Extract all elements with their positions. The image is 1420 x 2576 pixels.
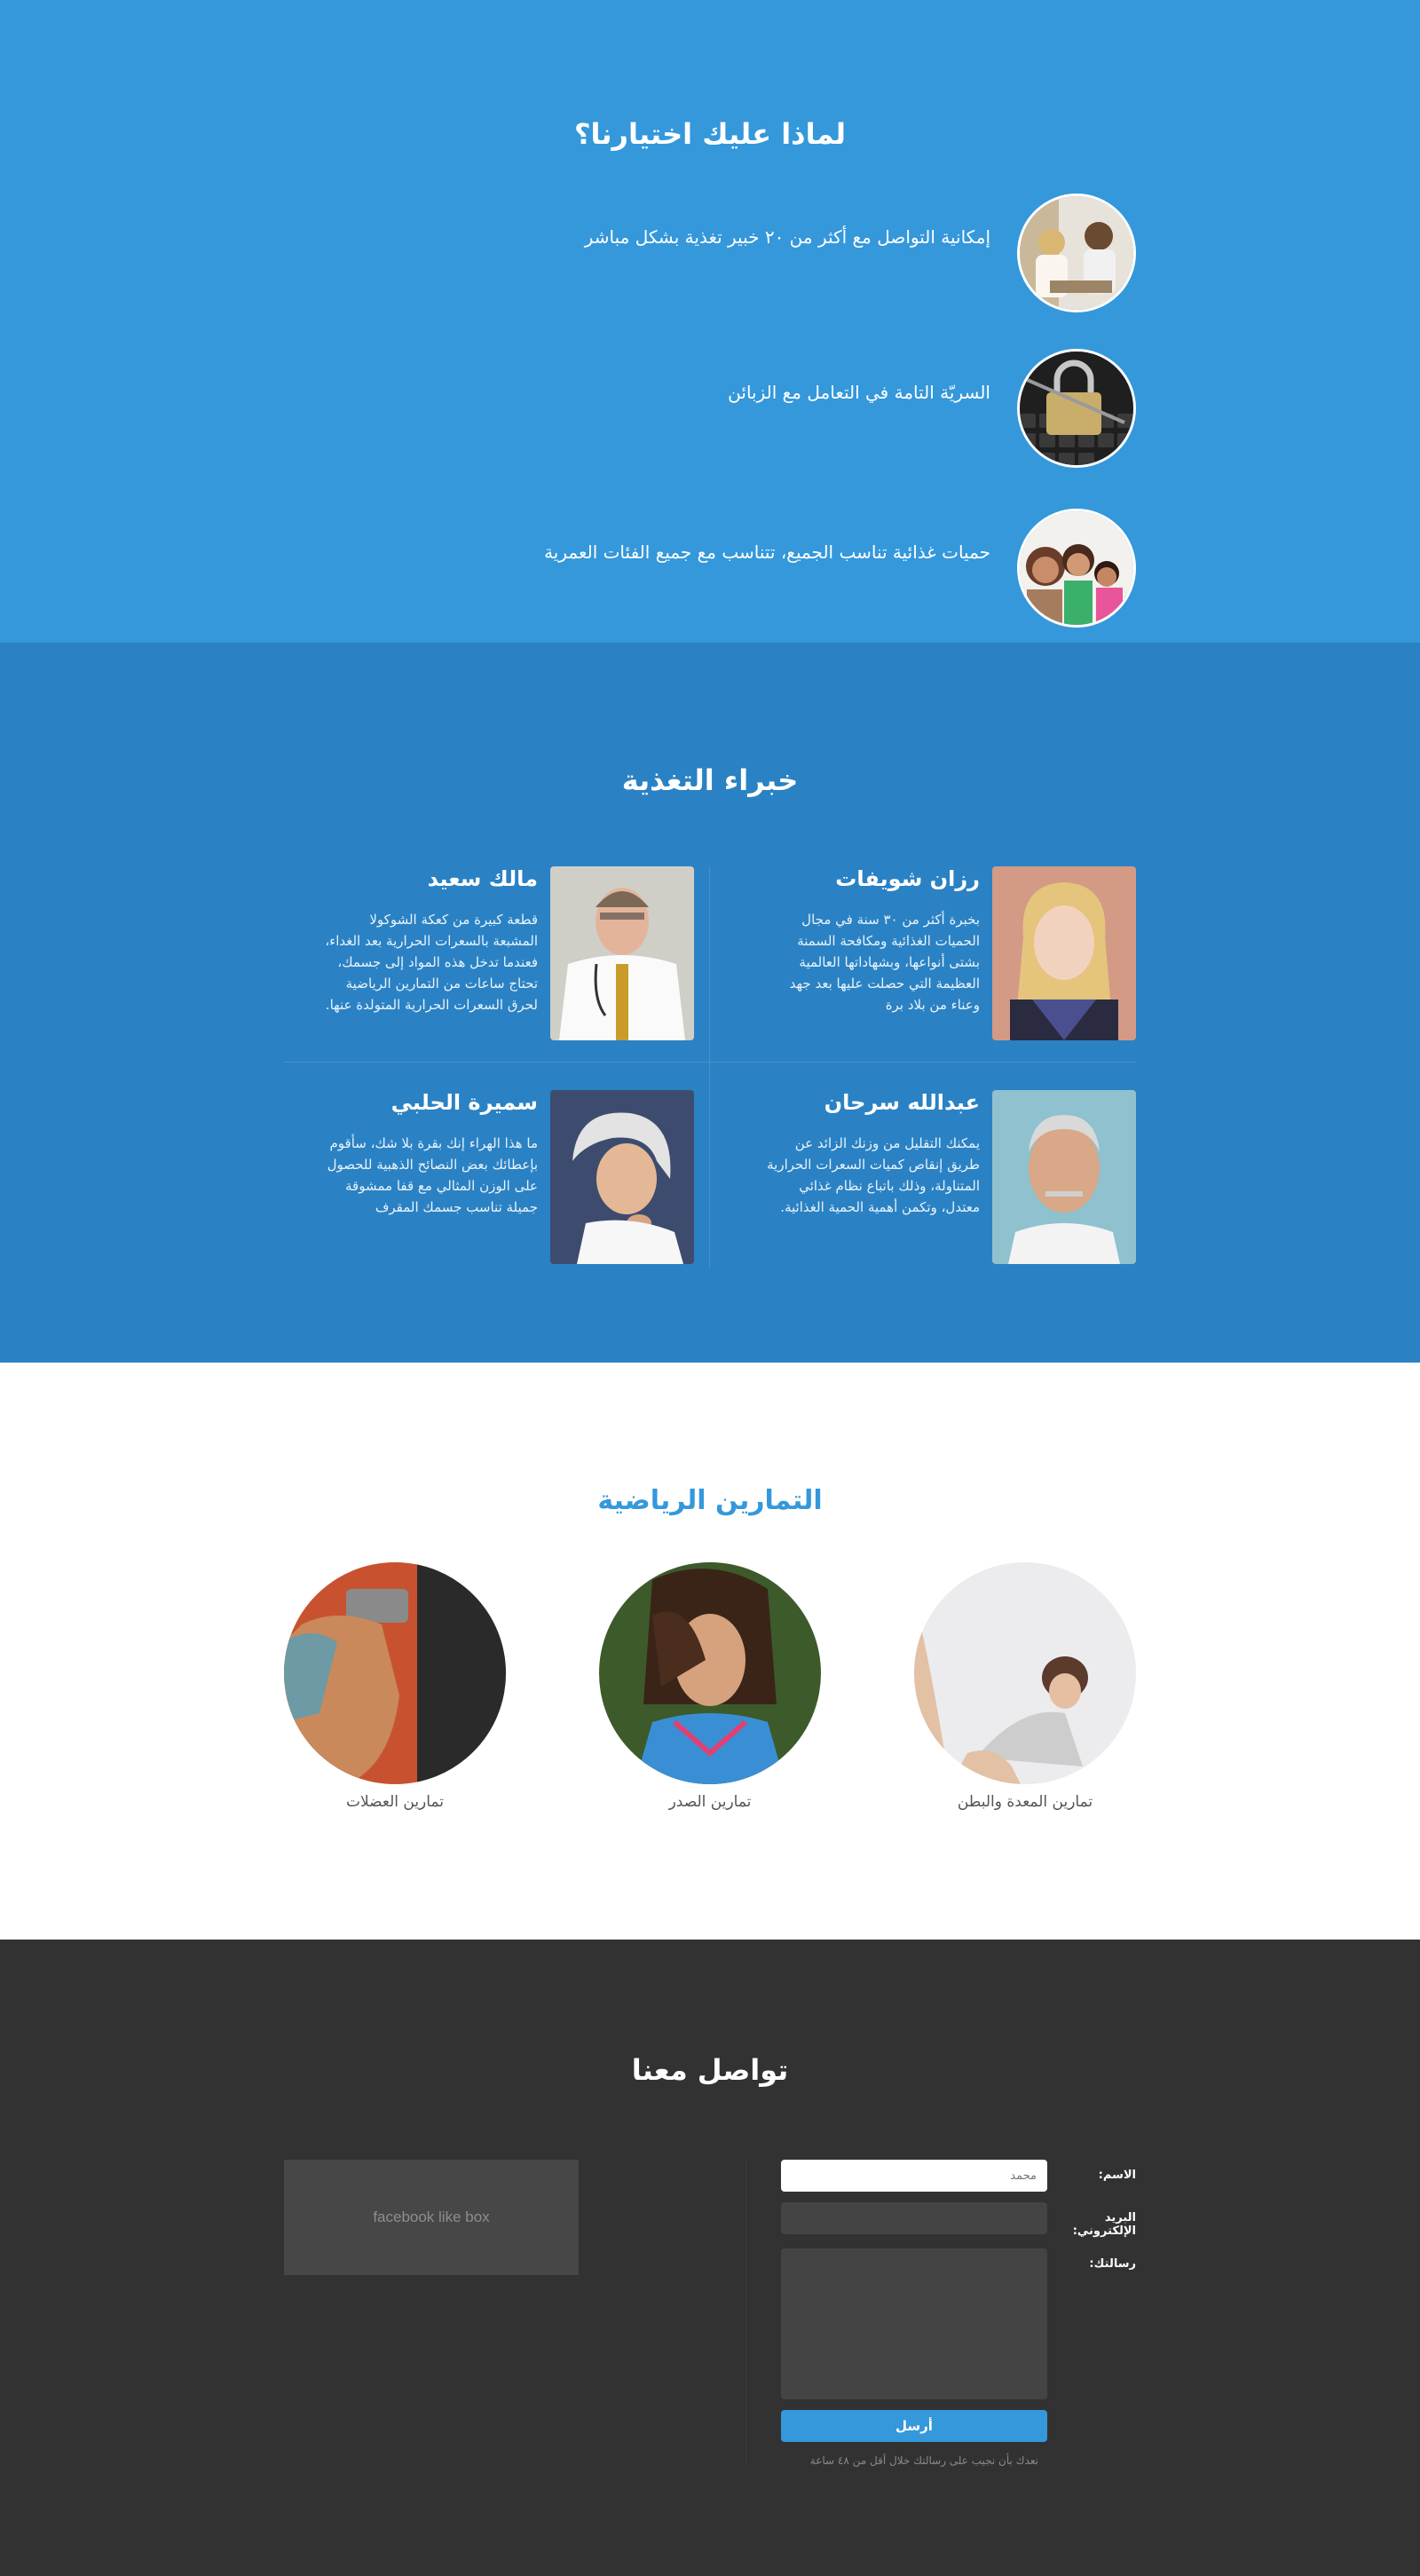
- expert-info: عبدالله سرحان يمكنك التقليل من وزنك الزا…: [767, 1090, 980, 1218]
- expert-photo: [992, 1090, 1136, 1264]
- expert-info: رزان شويفات بخبرة أكثر من ٣٠ سنة في مجال…: [767, 866, 980, 1015]
- expert-name: سميرة الحلبي: [390, 1090, 538, 1115]
- privacy-lock-keyboard-photo: [1017, 349, 1136, 468]
- expert-card: رزان شويفات بخبرة أكثر من ٣٠ سنة في مجال…: [710, 866, 1136, 1090]
- submit-button[interactable]: أرسل: [781, 2410, 1047, 2442]
- expert-card: عبدالله سرحان يمكنك التقليل من وزنك الزا…: [710, 1090, 1136, 1268]
- why-item-text: حميات غذائية تناسب الجميع، تتناسب مع جمي…: [544, 541, 990, 563]
- expert-bio: يمكنك التقليل من وزنك الزائد عن طريق إنق…: [767, 1135, 980, 1215]
- exercise-item[interactable]: تمارين الصدر: [599, 1562, 821, 1811]
- name-row: الاسم:: [746, 2160, 1136, 2192]
- expert-photo: [550, 866, 694, 1040]
- experts-section-title: خبراء التغذية: [621, 763, 799, 797]
- exercise-label: تمارين العضلات: [345, 1793, 445, 1811]
- why-list: إمكانية التواصل مع أكثر من ٢٠ خبير تغذية…: [532, 178, 1136, 648]
- message-row: رسالتك:: [746, 2248, 1136, 2399]
- muscles-exercise-photo[interactable]: [284, 1562, 506, 1784]
- expert-bio: قطعة كبيرة من كعكة الشوكولا المشبعة بالس…: [325, 912, 538, 1013]
- exercise-item[interactable]: تمارين العضلات: [284, 1562, 506, 1811]
- why-section-title: لماذا عليك اختيارنا؟: [573, 117, 847, 151]
- why-item: إمكانية التواصل مع أكثر من ٢٠ خبير تغذية…: [532, 178, 1136, 328]
- why-item-text: السريّة التامة في التعامل مع الزبائن: [728, 382, 990, 403]
- expert-name: مالك سعيد: [427, 866, 538, 891]
- email-row: البريد الإلكتروني:: [746, 2202, 1136, 2238]
- contact-row: الاسم: البريد الإلكتروني: رسالتك: أرسل ن…: [284, 2160, 1136, 2467]
- expert-info: مالك سعيد قطعة كبيرة من كعكة الشوكولا ال…: [325, 866, 538, 1015]
- experts-grid: رزان شويفات بخبرة أكثر من ٣٠ سنة في مجال…: [284, 866, 1136, 1268]
- expert-photo: [550, 1090, 694, 1264]
- why-choose-us-section: لماذا عليك اختيارنا؟ إمكانية التواصل مع …: [0, 0, 1420, 643]
- expert-bio: بخبرة أكثر من ٣٠ سنة في مجال الحميات الغ…: [789, 912, 980, 1013]
- abs-exercise-photo[interactable]: [914, 1562, 1136, 1784]
- message-label: رسالتك:: [1089, 2257, 1136, 2271]
- nutrition-consultation-photo: [1017, 194, 1136, 312]
- exercise-item[interactable]: تمارين المعدة والبطن: [914, 1562, 1136, 1811]
- exercises-row: تمارين المعدة والبطن تمارين الصدر تمارين…: [284, 1562, 1136, 1811]
- expert-name: رزان شويفات: [835, 866, 980, 891]
- response-note: نعدك بأن نجيب على رسالتك خلال أقل من ٤٨ …: [809, 2454, 1038, 2467]
- exercises-section-title: التمارين الرياضية: [597, 1485, 823, 1516]
- exercise-label: تمارين المعدة والبطن: [957, 1793, 1093, 1811]
- expert-photo: [992, 866, 1136, 1040]
- exercises-section: التمارين الرياضية تمارين المعدة والبطن ت…: [0, 1363, 1420, 1940]
- family-photo: [1017, 509, 1136, 628]
- expert-card: مالك سعيد قطعة كبيرة من كعكة الشوكولا ال…: [284, 866, 710, 1090]
- expert-info: سميرة الحلبي ما هذا الهراء إنك بقرة بلا …: [325, 1090, 538, 1218]
- why-item: حميات غذائية تناسب الجميع، تتناسب مع جمي…: [532, 488, 1136, 648]
- expert-card: سميرة الحلبي ما هذا الهراء إنك بقرة بلا …: [284, 1090, 710, 1268]
- contact-section-title: تواصل معنا: [631, 2053, 789, 2087]
- facebook-like-box[interactable]: facebook like box: [284, 2160, 579, 2275]
- chest-exercise-photo[interactable]: [599, 1562, 821, 1784]
- contact-form: الاسم: البريد الإلكتروني: رسالتك: أرسل ن…: [746, 2160, 1136, 2467]
- nutrition-experts-section: خبراء التغذية رزان شويفات بخبرة أكثر من …: [0, 643, 1420, 1363]
- why-item-text: إمكانية التواصل مع أكثر من ٢٠ خبير تغذية…: [584, 226, 990, 248]
- exercise-label: تمارين الصدر: [668, 1793, 752, 1811]
- why-item: السريّة التامة في التعامل مع الزبائن: [532, 328, 1136, 488]
- email-input[interactable]: [781, 2202, 1047, 2234]
- name-input[interactable]: [781, 2160, 1047, 2192]
- email-label: البريد الإلكتروني:: [1072, 2211, 1136, 2238]
- name-label: الاسم:: [1098, 2169, 1136, 2182]
- expert-name: عبدالله سرحان: [824, 1090, 980, 1115]
- contact-section: تواصل معنا الاسم: البريد الإلكتروني: رسا…: [0, 1940, 1420, 2576]
- message-textarea[interactable]: [781, 2248, 1047, 2399]
- submit-row: أرسل: [746, 2410, 1136, 2442]
- expert-bio: ما هذا الهراء إنك بقرة بلا شك، سأقوم بإع…: [327, 1135, 538, 1215]
